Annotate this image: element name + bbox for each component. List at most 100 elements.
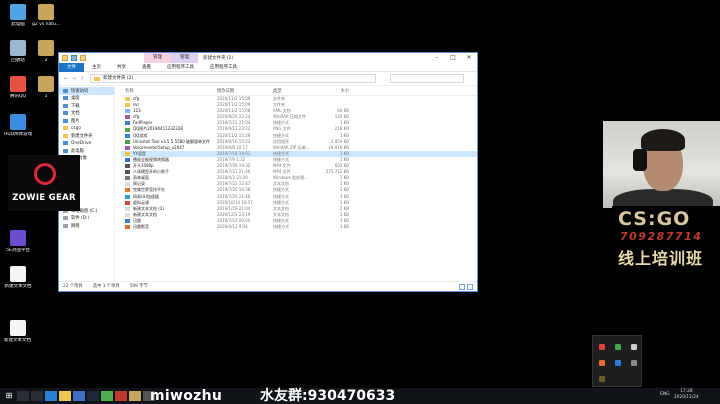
column-size[interactable]: 大小 xyxy=(315,87,355,95)
tab-file[interactable]: 文件 xyxy=(59,62,84,72)
file-icon xyxy=(125,139,130,144)
language-indicator[interactable]: ENG xyxy=(660,392,670,397)
desktop-app-icon xyxy=(10,4,26,20)
nav-item-label: 快速访问 xyxy=(71,88,89,94)
desktop-icon[interactable]: 此电脑 xyxy=(4,4,32,27)
qq-number: 709287714 xyxy=(620,230,703,243)
zowie-gear-overlay: ZOWIE GEAR xyxy=(8,155,80,211)
column-name[interactable]: 名称 xyxy=(121,87,217,95)
nav-item[interactable]: 快速访问 xyxy=(59,87,114,95)
desktop-icon[interactable]: 新建文本文档 xyxy=(4,266,32,289)
nav-item-label: 新建文件夹 xyxy=(71,133,93,139)
file-icon xyxy=(125,115,130,120)
tab-home[interactable]: 主页 xyxy=(84,63,109,72)
search-input[interactable] xyxy=(390,74,464,83)
maximize-button[interactable]: □ xyxy=(445,53,461,63)
file-name-cell: 迅雷影音 xyxy=(121,224,217,230)
headset-icon xyxy=(633,149,647,171)
nav-item-icon xyxy=(63,148,68,153)
nav-item-label: OneDrive xyxy=(71,140,92,146)
steam-icon[interactable] xyxy=(87,391,99,401)
nav-item[interactable]: 图片 xyxy=(59,117,114,125)
tab-manage-app[interactable]: 管理 xyxy=(171,53,198,63)
tray-app-icon[interactable] xyxy=(599,344,605,350)
desktop-icon[interactable]: HUD简体游戏 xyxy=(4,114,32,137)
column-type[interactable]: 类型 xyxy=(273,87,315,95)
nav-item-label: 软件 (D:) xyxy=(71,216,90,222)
nav-item[interactable]: 软件 (D:) xyxy=(59,215,114,223)
file-icon xyxy=(125,97,130,102)
large-icons-view-icon[interactable] xyxy=(467,284,473,290)
start-icon[interactable]: ⊞ xyxy=(3,391,15,401)
desktop-icon[interactable]: 腾讯QQ xyxy=(4,76,32,99)
explorer-icon[interactable] xyxy=(59,391,71,401)
address-field[interactable]: 新建文件夹 (2) xyxy=(90,74,376,83)
minimize-button[interactable]: – xyxy=(429,53,445,63)
desktop-icon[interactable]: 新建文本文档 (2) xyxy=(4,320,32,343)
up-arrow-icon[interactable]: ↑ xyxy=(78,76,86,82)
title-bar: 管理 管理 新建文件夹 (2) – □ ✕ xyxy=(59,53,477,63)
quick-access-icon[interactable] xyxy=(62,55,68,61)
taskbar: ⊞ miwozhu 水友群:930470633 ENG 17:28 2020/1… xyxy=(0,388,720,404)
tray-app-icon[interactable] xyxy=(631,344,637,350)
file-icon xyxy=(125,212,130,217)
tray-app-icon[interactable] xyxy=(631,360,637,366)
desktop-icon[interactable]: 2 xyxy=(32,40,60,63)
desktop-icon[interactable]: 回收站 xyxy=(4,40,32,63)
tray-app-icon[interactable] xyxy=(615,360,621,366)
tray-app-icon[interactable] xyxy=(599,360,605,366)
edge-icon[interactable] xyxy=(45,391,57,401)
desktop: 此电脑 g2 vs natu... 回收站 2 腾讯QQ 1 HUD简体游戏 5E对战平台 新建… xyxy=(0,0,720,404)
status-bar: 22 个项目 选中 1 个项目 599 字节 xyxy=(59,281,477,291)
desktop-icon[interactable]: 5E对战平台 xyxy=(4,230,32,253)
nav-item-icon xyxy=(63,223,68,228)
file-icon xyxy=(125,157,130,162)
tab-view[interactable]: 查看 xyxy=(134,63,159,72)
file-icon xyxy=(125,176,130,181)
nav-item[interactable]: 桌面 xyxy=(59,95,114,103)
nav-item[interactable]: 新建文件夹 xyxy=(59,132,114,140)
tab-app-tools-2[interactable]: 应用程序工具 xyxy=(202,63,245,72)
nav-item-icon xyxy=(63,111,68,116)
nav-item[interactable]: 网络 xyxy=(59,222,114,230)
nav-item-label: 下载 xyxy=(71,103,80,109)
file-icon xyxy=(125,121,130,126)
file-icon xyxy=(125,109,130,114)
forward-arrow-icon[interactable]: → xyxy=(70,76,78,82)
tray-app-icon[interactable] xyxy=(599,376,605,382)
column-date[interactable]: 修改日期 xyxy=(217,87,273,95)
clock[interactable]: 17:28 2020/11/24 xyxy=(674,389,699,401)
csgo-icon[interactable] xyxy=(129,391,141,401)
search-icon[interactable] xyxy=(17,391,29,401)
nav-item[interactable]: 文档 xyxy=(59,110,114,118)
nav-item[interactable]: 此电脑 xyxy=(59,147,114,155)
desktop-icon[interactable]: 1 xyxy=(32,76,60,99)
tray-app-icon[interactable] xyxy=(615,344,621,350)
nav-item-label: 文档 xyxy=(71,111,80,117)
file-size: 1 KB xyxy=(339,223,349,229)
desktop-icon[interactable]: g2 vs natu... xyxy=(32,4,60,27)
app-icon[interactable] xyxy=(115,391,127,401)
chrome-icon[interactable] xyxy=(101,391,113,401)
details-view-icon[interactable] xyxy=(459,284,465,290)
file-list: 名称 修改日期 类型 大小 cfg 2020/11/2 15:09 文件夹 svr 20… xyxy=(121,87,477,282)
store-icon[interactable] xyxy=(73,391,85,401)
file-row[interactable]: 迅雷影音 2020/4/12 9:34 快捷方式 1 KB xyxy=(121,224,477,230)
nav-item-label: 桌面 xyxy=(71,96,80,102)
tab-share[interactable]: 共享 xyxy=(109,63,134,72)
nav-item[interactable]: 下载 xyxy=(59,102,114,110)
file-icon xyxy=(125,206,130,211)
save-icon[interactable] xyxy=(71,55,77,61)
back-arrow-icon[interactable]: ← xyxy=(62,76,70,82)
desktop-icon-label: 2 xyxy=(44,58,48,63)
tab-manage-drive[interactable]: 管理 xyxy=(144,53,171,63)
nav-item[interactable]: OneDrive xyxy=(59,140,114,148)
desktop-app-icon xyxy=(38,40,54,56)
folder-icon[interactable] xyxy=(80,55,86,61)
task-view-icon[interactable] xyxy=(31,391,43,401)
file-icon xyxy=(125,170,130,175)
nav-item[interactable]: csgo xyxy=(59,125,114,133)
address-text: 新建文件夹 (2) xyxy=(103,76,134,81)
close-button[interactable]: ✕ xyxy=(461,53,477,63)
tab-app-tools[interactable]: 应用程序工具 xyxy=(159,63,202,72)
